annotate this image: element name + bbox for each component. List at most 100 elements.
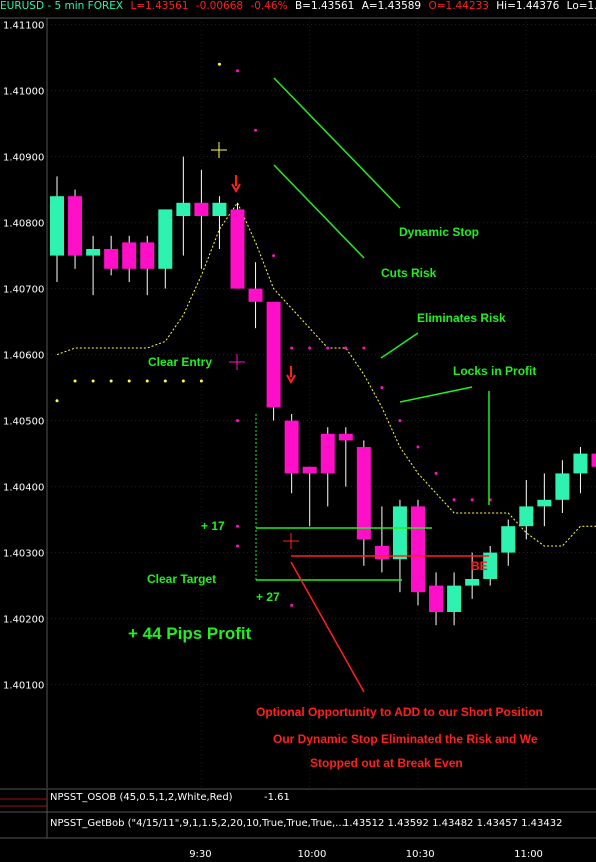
- label-cuts-risk: Cuts Risk: [381, 266, 437, 280]
- stop-dot: [217, 62, 221, 66]
- price-change: -0.00668: [195, 0, 244, 12]
- candle-body: [194, 202, 209, 216]
- getbob-indicator-label: NPSST_GetBob ("4/15/11",9,1,1.5,2,20,10,…: [50, 818, 345, 829]
- candle-body: [140, 242, 155, 269]
- osob-indicator-label: NPSST_OSOB (45,0.5,1,2,White,Red): [50, 792, 233, 803]
- stop-dot: [73, 379, 77, 383]
- chart-header: EURUSD - 5 min FOREX L=1.43561 -0.00668 …: [0, 0, 596, 16]
- candle-body: [465, 579, 480, 586]
- candle-body: [86, 249, 101, 256]
- label-locks-profit: Locks in Profit: [453, 364, 536, 378]
- stop-dot: [236, 69, 239, 73]
- y-tick-label: 1.41100: [3, 21, 44, 32]
- y-tick-label: 1.40500: [3, 417, 44, 428]
- candle-body: [266, 301, 281, 408]
- stop-dot: [308, 346, 312, 350]
- stop-dot: [199, 379, 203, 383]
- candle-body: [302, 466, 317, 474]
- candle-body: [356, 447, 371, 540]
- price-change-pct: -0.46%: [250, 0, 288, 12]
- label-stopped-out: Stopped out at Break Even: [310, 756, 463, 770]
- ask-price: A=1.43589: [361, 0, 422, 12]
- label-clear-target: Clear Target: [147, 572, 216, 586]
- stop-dot: [434, 471, 438, 475]
- stop-dot: [398, 419, 402, 423]
- y-tick-label: 1.41000: [3, 87, 44, 98]
- candle-body: [68, 196, 83, 256]
- candle-body: [338, 433, 353, 441]
- getbob-indicator-values: 1.43512 1.43592 1.43482 1.43457 1.43432: [343, 818, 562, 829]
- low-price: Lo=1.43: [566, 0, 596, 12]
- y-tick-label: 1.40400: [3, 483, 44, 494]
- candle-body: [591, 453, 596, 467]
- label-plus-17: + 17: [201, 519, 225, 533]
- open-price: O=1.44233: [428, 0, 489, 12]
- stop-dot: [416, 445, 420, 449]
- y-tick-label: 1.40900: [3, 153, 44, 164]
- candle-body: [537, 499, 552, 507]
- x-tick-label: 9:30: [189, 849, 211, 860]
- stop-dot: [236, 419, 239, 423]
- y-tick-label: 1.40200: [3, 615, 44, 626]
- stop-dot: [109, 379, 113, 383]
- y-tick-label: 1.40100: [3, 681, 44, 692]
- stop-dot: [290, 346, 294, 350]
- label-plus-27: + 27: [256, 590, 280, 604]
- bid-price: B=1.43561: [294, 0, 355, 12]
- candle-body: [555, 473, 570, 500]
- x-tick-label: 10:30: [406, 849, 435, 860]
- candle-body: [212, 202, 227, 216]
- candle-body: [411, 506, 425, 593]
- last-price: L=1.43561: [130, 0, 189, 12]
- x-tick-label: 11:00: [514, 849, 543, 860]
- stop-dot: [470, 498, 474, 502]
- candle-body: [392, 506, 407, 560]
- candle-body: [158, 209, 173, 269]
- high-price: Hi=1.44376: [496, 0, 560, 12]
- y-tick-label: 1.40700: [3, 285, 44, 296]
- candle-body: [104, 249, 119, 269]
- candle-body: [320, 433, 335, 474]
- stop-dot: [127, 379, 131, 383]
- candle-body: [573, 453, 588, 474]
- candle-body: [447, 585, 462, 612]
- candle-body: [248, 288, 263, 302]
- x-tick-label: 10:00: [298, 849, 327, 860]
- osob-indicator-value: -1.61: [264, 792, 290, 803]
- stop-dot: [55, 399, 59, 403]
- stop-dot: [290, 603, 294, 607]
- label-eliminates-risk: Eliminates Risk: [417, 311, 506, 325]
- label-break-even: BE: [471, 559, 488, 573]
- candle-body: [284, 420, 299, 474]
- candle-body: [374, 546, 389, 560]
- symbol-label: EURUSD - 5 min FOREX: [0, 0, 124, 12]
- stop-dot: [362, 346, 366, 350]
- y-tick-label: 1.40600: [3, 351, 44, 362]
- candle-body: [122, 242, 137, 269]
- label-clear-entry: Clear Entry: [148, 355, 212, 369]
- candle-body: [429, 585, 444, 612]
- candle-body: [50, 196, 64, 256]
- stop-dot: [326, 346, 330, 350]
- candle-body: [176, 202, 191, 216]
- candle-body: [230, 209, 245, 289]
- stop-dot: [344, 346, 348, 350]
- candle-body: [519, 506, 534, 527]
- stop-dot: [145, 379, 149, 383]
- label-stop-eliminated: Our Dynamic Stop Eliminated the Risk and…: [273, 732, 538, 746]
- candle-body: [501, 526, 516, 553]
- y-tick-label: 1.40800: [3, 219, 44, 230]
- label-optional-add: Optional Opportunity to ADD to our Short…: [256, 705, 543, 719]
- label-pips-profit: + 44 Pips Profit: [128, 624, 252, 643]
- stop-dot: [380, 386, 384, 390]
- price-chart[interactable]: 1.41100 1.41000 1.40900 1.40800 1.40700 1.406…: [0, 0, 596, 862]
- stop-dot: [272, 254, 276, 258]
- stop-dot: [91, 379, 95, 383]
- stop-dot: [163, 379, 167, 383]
- stop-dot: [236, 544, 239, 548]
- stop-dot: [236, 524, 239, 528]
- stop-dot: [254, 128, 258, 132]
- label-dynamic-stop: Dynamic Stop: [399, 225, 479, 239]
- stop-dot: [181, 379, 185, 383]
- stop-dot: [452, 498, 456, 502]
